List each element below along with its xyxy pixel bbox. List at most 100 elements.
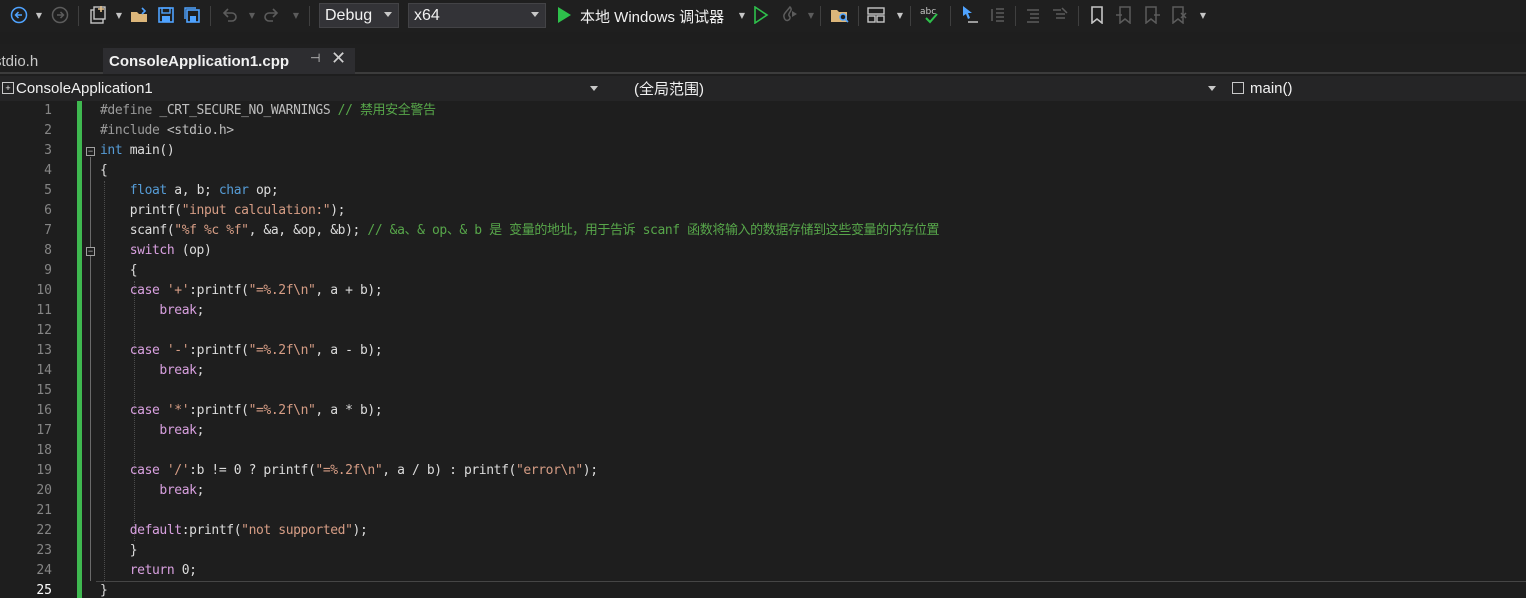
code-line[interactable]: case '/':b != 0 ? printf("=%.2f\n", a / …	[100, 461, 598, 481]
code-line[interactable]: }	[100, 581, 108, 598]
select-icon[interactable]	[958, 4, 982, 26]
line-number: 8	[44, 243, 52, 258]
toolbar-overflow-icon[interactable]: ▼	[1195, 4, 1209, 26]
code-line[interactable]: int main()	[100, 141, 175, 161]
hot-reload-dropdown-icon[interactable]: ▼	[804, 4, 816, 26]
format-icon[interactable]	[986, 4, 1008, 26]
line-number: 1	[44, 103, 52, 118]
configuration-dropdown[interactable]: Debug	[319, 3, 399, 28]
undo-icon[interactable]	[218, 4, 240, 26]
code-editor[interactable]: − − 1 2 3 4 5 6 7 8 9 10 11 12 13 14 15 …	[0, 101, 1526, 598]
line-number: 4	[44, 163, 52, 178]
start-without-debugging-icon[interactable]	[750, 4, 772, 26]
platform-dropdown[interactable]: x64	[408, 3, 546, 28]
line-number: 5	[44, 183, 52, 198]
comment-icon[interactable]	[1022, 4, 1044, 26]
start-debugger-button[interactable]: 本地 Windows 调试器	[580, 6, 724, 27]
toolbar-separator	[820, 6, 821, 26]
platform-value: x64	[414, 6, 440, 24]
debugger-dropdown-icon[interactable]: ▼	[735, 4, 747, 26]
line-number: 21	[36, 503, 52, 518]
tab-label: ConsoleApplication1.cpp	[109, 52, 290, 70]
code-line[interactable]: break;	[100, 421, 204, 441]
layout-icon[interactable]	[864, 4, 888, 26]
code-line[interactable]: case '-':printf("=%.2f\n", a - b);	[100, 341, 383, 361]
code-line[interactable]: }	[100, 541, 138, 561]
hot-reload-icon[interactable]	[778, 4, 802, 26]
tab-consoleapplication1-cpp[interactable]: ConsoleApplication1.cpp ⊣ ✕	[103, 48, 355, 74]
code-line[interactable]: scanf("%f %c %f", &a, &op, &b); // &a、& …	[100, 221, 940, 241]
forward-icon[interactable]	[49, 4, 71, 26]
close-icon[interactable]: ✕	[331, 48, 346, 69]
toolbar-separator	[910, 6, 911, 26]
start-debugging-icon[interactable]	[553, 4, 575, 26]
chevron-down-icon	[590, 86, 598, 91]
line-number: 20	[36, 483, 52, 498]
toolbar-separator	[210, 6, 211, 26]
line-number: 6	[44, 203, 52, 218]
tab-stdio-h[interactable]: stdio.h	[0, 48, 98, 74]
code-line[interactable]: float a, b; char op;	[100, 181, 279, 201]
code-line[interactable]: break;	[100, 361, 204, 381]
navigation-bar: + ConsoleApplication1 (全局范围) main()	[0, 76, 1526, 101]
open-file-icon[interactable]	[128, 4, 150, 26]
function-dropdown[interactable]: main()	[1228, 76, 1526, 101]
new-project-icon[interactable]	[86, 4, 110, 26]
code-line[interactable]: break;	[100, 301, 204, 321]
redo-dropdown-icon[interactable]: ▼	[289, 4, 301, 26]
toolbar: ▼ ▼ ▼ ▼ Debug x64 本地 Windows 调试器 ▼ ▼ ▼ a…	[0, 0, 1526, 32]
clear-bookmarks-icon[interactable]	[1168, 4, 1190, 26]
bookmark-icon[interactable]	[1086, 4, 1108, 26]
uncomment-icon[interactable]	[1048, 4, 1070, 26]
back-dropdown-icon[interactable]: ▼	[32, 4, 44, 26]
current-line-highlight	[96, 581, 1526, 598]
code-line[interactable]: case '*':printf("=%.2f\n", a * b);	[100, 401, 383, 421]
previous-bookmark-icon[interactable]	[1113, 4, 1135, 26]
code-line[interactable]: #include <stdio.h>	[100, 121, 234, 141]
code-line[interactable]: case '+':printf("=%.2f\n", a + b);	[100, 281, 383, 301]
pin-icon[interactable]: ⊣	[310, 51, 320, 65]
document-tabs: stdio.h ConsoleApplication1.cpp ⊣ ✕	[0, 44, 1526, 74]
toolbar-separator	[950, 6, 951, 26]
save-all-icon[interactable]	[181, 4, 203, 26]
undo-dropdown-icon[interactable]: ▼	[245, 4, 257, 26]
line-number: 3	[44, 143, 52, 158]
code-line[interactable]: {	[100, 261, 138, 281]
layout-dropdown-icon[interactable]: ▼	[893, 4, 905, 26]
code-line[interactable]: switch (op)	[100, 241, 212, 261]
code-line[interactable]: printf("input calculation:");	[100, 201, 346, 221]
project-dropdown[interactable]: + ConsoleApplication1	[0, 76, 604, 101]
line-number: 25	[36, 583, 52, 598]
line-number: 14	[36, 363, 52, 378]
toolbar-separator	[858, 6, 859, 26]
code-line[interactable]: break;	[100, 481, 204, 501]
line-number: 2	[44, 123, 52, 138]
new-dropdown-icon[interactable]: ▼	[112, 4, 124, 26]
line-number: 12	[36, 323, 52, 338]
code-line[interactable]: return 0;	[100, 561, 197, 581]
line-number: 23	[36, 543, 52, 558]
line-number: 11	[36, 303, 52, 318]
line-number: 16	[36, 403, 52, 418]
redo-icon[interactable]	[261, 4, 283, 26]
line-number: 7	[44, 223, 52, 238]
fold-guide	[90, 157, 91, 581]
find-in-files-icon[interactable]	[828, 4, 852, 26]
collapse-icon[interactable]: −	[86, 247, 95, 256]
line-number: 24	[36, 563, 52, 578]
line-number: 17	[36, 423, 52, 438]
line-number: 18	[36, 443, 52, 458]
next-bookmark-icon[interactable]	[1141, 4, 1163, 26]
scope-dropdown[interactable]: (全局范围)	[608, 76, 1222, 101]
back-icon[interactable]	[8, 4, 30, 26]
spell-check-icon[interactable]: abc	[918, 4, 944, 26]
project-value: ConsoleApplication1	[16, 80, 153, 97]
line-number: 13	[36, 343, 52, 358]
tab-label: stdio.h	[0, 52, 39, 70]
toolbar-separator	[1015, 6, 1016, 26]
code-line[interactable]: #define _CRT_SECURE_NO_WARNINGS // 禁用安全警…	[100, 101, 436, 121]
collapse-icon[interactable]: −	[86, 147, 95, 156]
code-line[interactable]: {	[100, 161, 108, 181]
save-icon[interactable]	[155, 4, 177, 26]
code-line[interactable]: default:printf("not supported");	[100, 521, 368, 541]
